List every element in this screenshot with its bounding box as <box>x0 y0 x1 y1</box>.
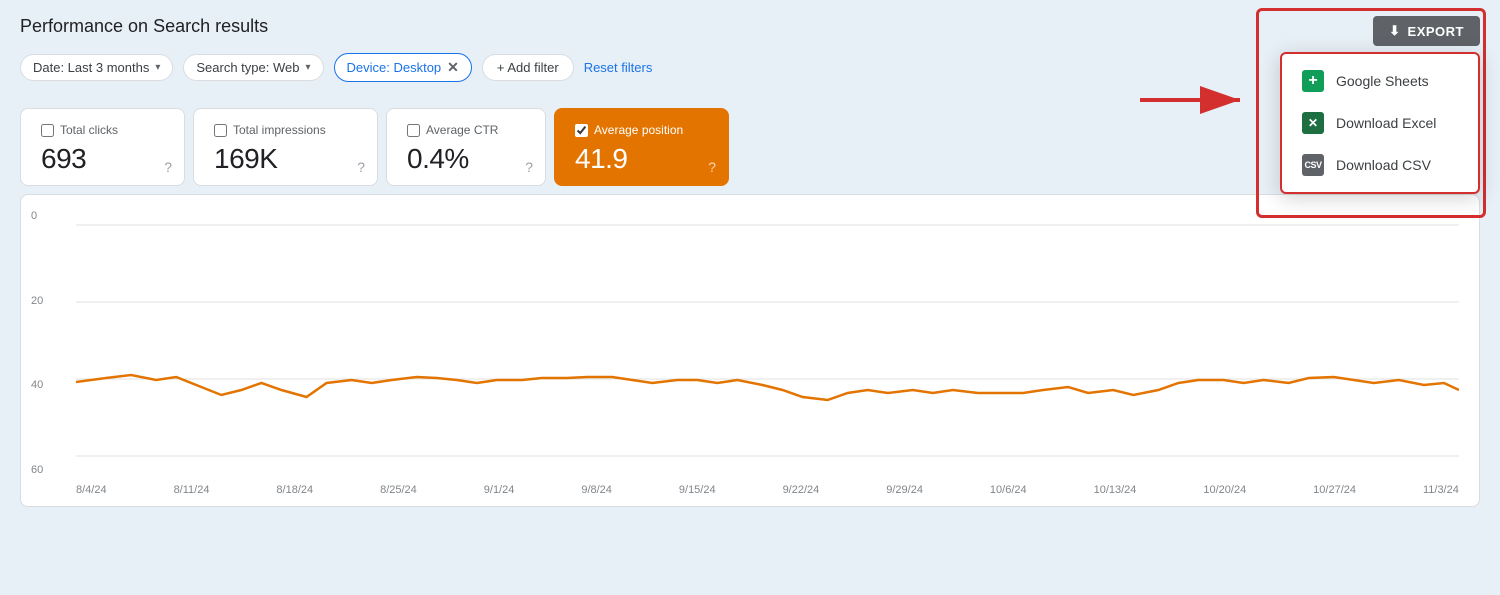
excel-icon: ✕ <box>1302 112 1324 134</box>
x-label-1: 8/11/24 <box>174 484 210 496</box>
average-ctr-value: 0.4% <box>407 143 525 175</box>
average-ctr-label: Average CTR <box>407 123 525 137</box>
x-label-2: 8/18/24 <box>276 484 313 496</box>
x-label-9: 10/6/24 <box>990 484 1027 496</box>
metric-card-total-impressions[interactable]: Total impressions 169K ? <box>193 108 378 186</box>
total-impressions-label: Total impressions <box>214 123 357 137</box>
y-label-20: 20 <box>31 295 43 307</box>
device-filter[interactable]: Device: Desktop ✕ <box>334 53 472 82</box>
y-label-40: 40 <box>31 379 43 391</box>
average-position-checkbox[interactable] <box>575 124 588 137</box>
x-label-4: 9/1/24 <box>484 484 515 496</box>
search-type-filter[interactable]: Search type: Web ▾ <box>183 54 323 81</box>
search-type-chevron-icon: ▾ <box>305 62 310 73</box>
export-dropdown: + Google Sheets ✕ Download Excel CSV Dow… <box>1280 52 1480 194</box>
x-label-8: 9/29/24 <box>886 484 923 496</box>
google-sheets-option[interactable]: + Google Sheets <box>1282 60 1478 102</box>
total-clicks-label: Total clicks <box>41 123 164 137</box>
top-section: Performance on Search results Date: Last… <box>0 0 1500 82</box>
total-clicks-value: 693 <box>41 143 164 175</box>
line-chart <box>76 215 1459 475</box>
total-impressions-value: 169K <box>214 143 357 175</box>
date-filter[interactable]: Date: Last 3 months ▾ <box>20 54 173 81</box>
x-axis-labels: 8/4/24 8/11/24 8/18/24 8/25/24 9/1/24 9/… <box>76 480 1459 496</box>
metric-card-total-clicks[interactable]: Total clicks 693 ? <box>20 108 185 186</box>
y-label-60: 60 <box>31 464 43 476</box>
filters-row: Date: Last 3 months ▾ Search type: Web ▾… <box>20 53 1480 82</box>
export-button[interactable]: ⬇ EXPORT <box>1373 16 1480 46</box>
total-clicks-checkbox[interactable] <box>41 124 54 137</box>
average-ctr-help-icon[interactable]: ? <box>525 159 533 175</box>
date-chevron-icon: ▾ <box>155 62 160 73</box>
x-label-7: 9/22/24 <box>783 484 820 496</box>
total-clicks-help-icon[interactable]: ? <box>164 159 172 175</box>
metric-card-average-ctr[interactable]: Average CTR 0.4% ? <box>386 108 546 186</box>
red-arrow-indicator <box>1140 80 1260 125</box>
reset-filters-button[interactable]: Reset filters <box>584 60 653 75</box>
download-excel-option[interactable]: ✕ Download Excel <box>1282 102 1478 144</box>
x-label-5: 9/8/24 <box>581 484 612 496</box>
metric-card-average-position[interactable]: Average position 41.9 ? <box>554 108 729 186</box>
average-position-value: 41.9 <box>575 143 708 175</box>
export-download-icon: ⬇ <box>1389 23 1400 39</box>
total-impressions-checkbox[interactable] <box>214 124 227 137</box>
csv-icon: CSV <box>1302 154 1324 176</box>
average-position-label: Average position <box>575 123 708 137</box>
content-wrapper: Total clicks 693 ? Total impressions 169… <box>0 100 1500 507</box>
chart-area: 0 20 40 60 8/4/24 8/11/24 8/18/24 8/25/2… <box>20 194 1480 507</box>
download-csv-option[interactable]: CSV Download CSV <box>1282 144 1478 186</box>
x-label-0: 8/4/24 <box>76 484 107 496</box>
x-label-12: 10/27/24 <box>1313 484 1356 496</box>
x-label-13: 11/3/24 <box>1423 484 1459 496</box>
x-label-6: 9/15/24 <box>679 484 716 496</box>
x-label-10: 10/13/24 <box>1094 484 1137 496</box>
average-ctr-checkbox[interactable] <box>407 124 420 137</box>
x-label-11: 10/20/24 <box>1203 484 1246 496</box>
total-impressions-help-icon[interactable]: ? <box>357 159 365 175</box>
add-filter-button[interactable]: + Add filter <box>482 54 574 81</box>
page-title: Performance on Search results <box>20 16 1480 37</box>
average-position-help-icon[interactable]: ? <box>708 159 716 175</box>
device-close-icon[interactable]: ✕ <box>447 59 459 76</box>
x-label-3: 8/25/24 <box>380 484 417 496</box>
google-sheets-icon: + <box>1302 70 1324 92</box>
y-label-0: 0 <box>31 210 43 222</box>
metrics-row: Total clicks 693 ? Total impressions 169… <box>20 100 1480 186</box>
